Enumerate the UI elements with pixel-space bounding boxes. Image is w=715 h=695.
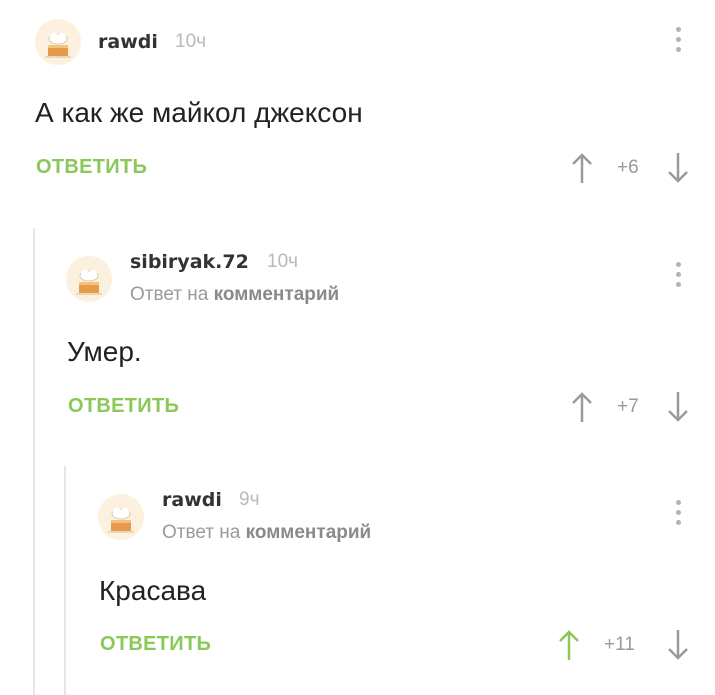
arrow-up-icon[interactable]: [570, 151, 594, 185]
reply-button[interactable]: ОТВЕТИТЬ: [100, 633, 211, 656]
vote-controls: +7: [570, 390, 690, 424]
comment-time: 9ч: [239, 489, 260, 510]
comment-text: А как же майкол джексон: [35, 97, 363, 128]
more-vertical-icon[interactable]: [672, 500, 684, 528]
user-avatar[interactable]: [98, 494, 144, 540]
arrow-down-icon[interactable]: [666, 628, 690, 662]
comment-username[interactable]: sibiryak.72: [130, 251, 249, 273]
arrow-up-icon[interactable]: [570, 390, 594, 424]
arrow-down-icon[interactable]: [666, 151, 690, 185]
rating-value: +11: [604, 634, 635, 655]
reply-to-link[interactable]: комментарий: [246, 522, 372, 543]
thread-line-level-1: [33, 228, 35, 695]
arrow-down-icon[interactable]: [666, 390, 690, 424]
comment-text: Умер.: [67, 336, 142, 367]
comment-time: 10ч: [267, 251, 299, 272]
vote-controls: +11: [557, 628, 690, 662]
reply-to-prefix: Ответ на: [162, 522, 241, 543]
more-vertical-icon[interactable]: [672, 27, 684, 55]
reply-to-line: Ответ на комментарий: [130, 284, 339, 306]
cake-avatar-icon: [108, 508, 134, 533]
reply-button[interactable]: ОТВЕТИТЬ: [36, 156, 147, 179]
comment-text: Красава: [99, 575, 207, 606]
reply-to-link[interactable]: комментарий: [214, 284, 340, 305]
comment-username[interactable]: rawdi: [98, 31, 158, 53]
rating-value: +6: [617, 157, 639, 178]
reply-to-prefix: Ответ на: [130, 284, 209, 305]
arrow-up-icon[interactable]: [557, 628, 581, 662]
user-avatar[interactable]: [35, 19, 81, 65]
reply-to-line: Ответ на комментарий: [162, 522, 371, 544]
thread-line-level-2: [64, 466, 66, 695]
cake-avatar-icon: [45, 33, 71, 58]
user-avatar[interactable]: [66, 256, 112, 302]
vote-controls: +6: [570, 151, 690, 185]
comment-username[interactable]: rawdi: [162, 489, 222, 511]
more-vertical-icon[interactable]: [672, 262, 684, 290]
rating-value: +7: [617, 396, 639, 417]
comment-time: 10ч: [175, 31, 207, 52]
reply-button[interactable]: ОТВЕТИТЬ: [68, 395, 179, 418]
cake-avatar-icon: [76, 270, 102, 295]
